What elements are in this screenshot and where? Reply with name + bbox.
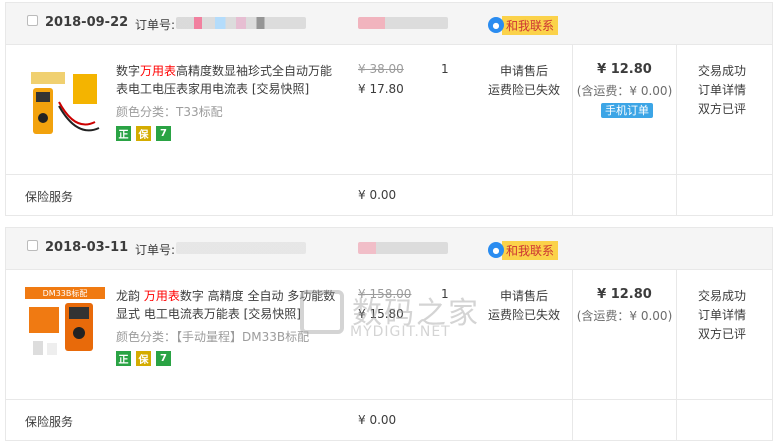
product-title-link[interactable]: 数字万用表高精度数显袖珍式全自动万能表电工电压表家用电流表 [交易快照]: [116, 62, 341, 98]
insurance-service-row: 保险服务 ¥ 0.00: [6, 400, 772, 440]
original-price: ¥ 38.00: [358, 62, 404, 76]
after-sale-actions: 申请售后 运费险已失效: [484, 287, 564, 325]
review-status: 双方已评: [698, 327, 747, 341]
original-price: ¥ 158.00: [358, 287, 412, 301]
quantity: 1: [441, 62, 449, 76]
order-total: ¥ 12.80: [597, 287, 652, 302]
product-thumbnail[interactable]: DM33B标配: [25, 287, 105, 367]
order-status: 交易成功 订单详情 双方已评: [698, 287, 746, 344]
insurance-service-label: 保险服务: [25, 415, 74, 429]
order-card: 2018-03-11 订单号: ● 和我联系 DM33B标配 龙韵 万用表数字 …: [5, 227, 773, 441]
insurance-service-row: 保险服务 ¥ 0.00: [6, 175, 772, 215]
service-badges: 正 保 7: [116, 351, 171, 366]
contact-seller-button[interactable]: ● 和我联系: [488, 240, 559, 260]
order-status: 交易成功 订单详情 双方已评: [698, 62, 746, 119]
shop-name-redacted: [358, 17, 448, 29]
guarantee-badge-icon[interactable]: 保: [136, 126, 151, 141]
apply-after-sale-link[interactable]: 申请售后: [484, 287, 564, 306]
quantity: 1: [441, 287, 449, 301]
insurance-service-label: 保险服务: [25, 190, 74, 204]
genuine-badge-icon[interactable]: 正: [116, 126, 131, 141]
unit-price: ¥ 15.80: [358, 307, 404, 321]
order-item-row: DM33B标配 龙韵 万用表数字 高精度 全自动 多功能数显式 电工电流表万能表…: [6, 270, 772, 441]
order-details-link[interactable]: 订单详情: [698, 81, 746, 100]
order-header: 2018-03-11 订单号: ● 和我联系: [6, 228, 772, 270]
trade-status: 交易成功: [698, 289, 747, 303]
order-number-label: 订单号:: [135, 243, 176, 257]
seven-day-return-badge-icon[interactable]: 7: [156, 126, 171, 141]
genuine-badge-icon[interactable]: 正: [116, 351, 131, 366]
thumbnail-label: DM33B标配: [43, 288, 88, 298]
product-sku: 颜色分类：【手动量程】DM33B标配: [116, 330, 310, 344]
order-details-link[interactable]: 订单详情: [698, 306, 746, 325]
product-title-link[interactable]: 龙韵 万用表数字 高精度 全自动 多功能数显式 电工电流表万能表 [交易快照]: [116, 287, 341, 323]
order-number-redacted: [176, 242, 306, 254]
order-total: ¥ 12.80: [597, 62, 652, 77]
order-card: 2018-09-22 订单号: ● 和我联系 数字万用表高精度数显袖珍式全自动万…: [5, 2, 773, 216]
order-checkbox[interactable]: [27, 15, 38, 26]
review-status: 双方已评: [698, 102, 747, 116]
shipping-fee: (含运费：¥ 0.00): [576, 309, 673, 323]
order-date: 2018-09-22: [45, 15, 129, 30]
insurance-service-price: ¥ 0.00: [358, 413, 397, 427]
shipping-fee: (含运费：¥ 0.00): [576, 84, 673, 98]
product-thumbnail[interactable]: [25, 62, 105, 142]
order-date: 2018-03-11: [45, 240, 129, 255]
contact-seller-button[interactable]: ● 和我联系: [488, 15, 559, 35]
wangwang-icon: ●: [488, 17, 504, 33]
shipping-insurance-status: 运费险已失效: [487, 83, 560, 97]
unit-price: ¥ 17.80: [358, 82, 404, 96]
guarantee-badge-icon[interactable]: 保: [136, 351, 151, 366]
mobile-order-badge[interactable]: 手机订单: [601, 103, 653, 118]
seven-day-return-badge-icon[interactable]: 7: [156, 351, 171, 366]
order-number-redacted: [176, 17, 306, 29]
insurance-service-price: ¥ 0.00: [358, 188, 397, 202]
after-sale-actions: 申请售后 运费险已失效: [484, 62, 564, 100]
apply-after-sale-link[interactable]: 申请售后: [484, 62, 564, 81]
order-number-label: 订单号:: [135, 18, 176, 32]
wangwang-icon: ●: [488, 242, 504, 258]
product-sku: 颜色分类：T33标配: [116, 105, 223, 119]
order-item-row: 数字万用表高精度数显袖珍式全自动万能表电工电压表家用电流表 [交易快照] 颜色分…: [6, 45, 772, 216]
shipping-insurance-status: 运费险已失效: [487, 308, 560, 322]
trade-status: 交易成功: [698, 64, 747, 78]
order-checkbox[interactable]: [27, 240, 38, 251]
order-header: 2018-09-22 订单号: ● 和我联系: [6, 3, 772, 45]
service-badges: 正 保 7: [116, 126, 171, 141]
shop-name-redacted: [358, 242, 448, 254]
